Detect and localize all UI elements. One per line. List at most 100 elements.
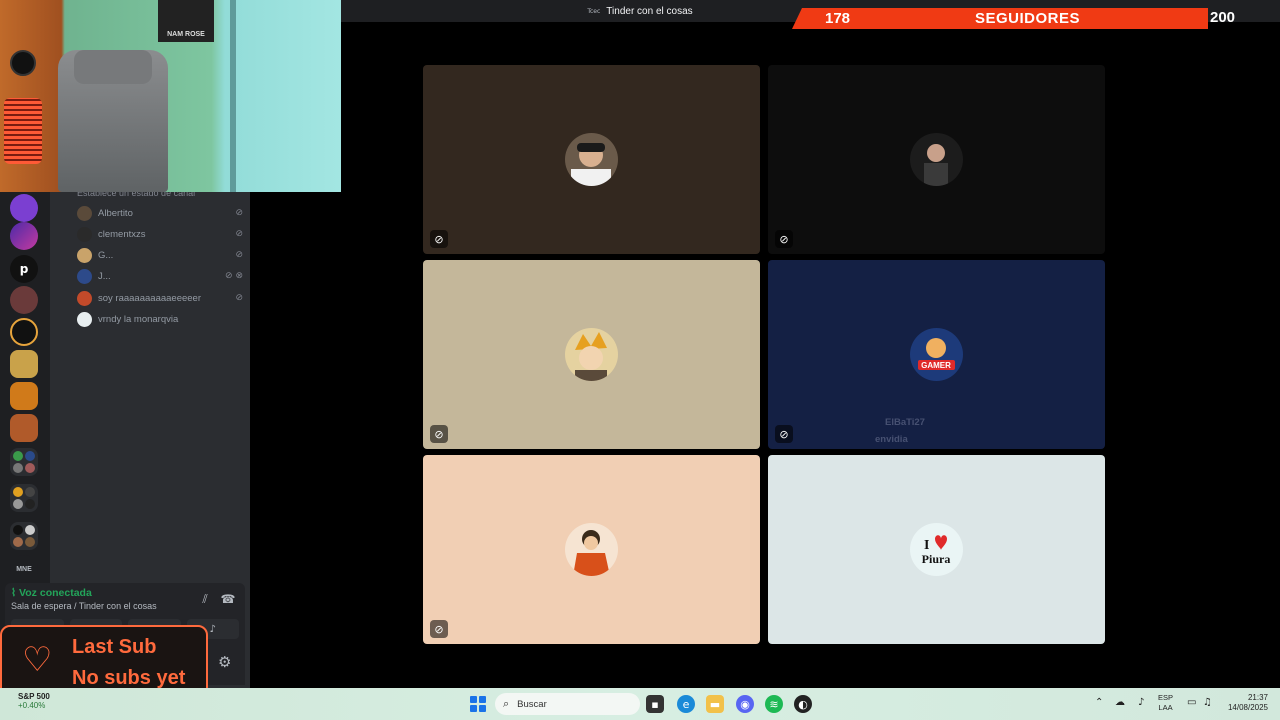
member-name: vrndy la monarqvia xyxy=(98,313,179,325)
signal-icon: ⌇ xyxy=(11,587,20,599)
last-sub-title: Last Sub xyxy=(72,636,157,658)
member-name: soy raaaaaaaaaaeeeeer xyxy=(98,292,202,304)
search-placeholder: Buscar xyxy=(517,698,547,710)
voice-status: ⌇ Voz conectada xyxy=(11,587,92,599)
taskbar: S&P 500 +0.40% xyxy=(0,688,1280,720)
avatar-image xyxy=(571,143,611,186)
voice-member[interactable]: G... ⊘ xyxy=(77,246,243,264)
avatar xyxy=(565,523,618,576)
participant-tile[interactable]: GAMER ElBaTi27 envidia ⊘ xyxy=(768,260,1105,449)
voice-member[interactable]: vrndy la monarqvia xyxy=(77,310,243,328)
language-indicator[interactable]: ESP LAA xyxy=(1158,693,1173,713)
avatar-image: I Piura xyxy=(922,535,951,566)
mic-muted-icon: ⊘ xyxy=(430,620,448,638)
server-folder[interactable] xyxy=(10,484,38,512)
voice-member[interactable]: clementxzs ⊘ xyxy=(77,225,243,243)
voice-member[interactable]: Albertito ⊘ xyxy=(77,204,243,222)
server-icon[interactable] xyxy=(10,414,38,442)
participant-tile[interactable]: ⊘ xyxy=(423,455,760,644)
city-text: Piura xyxy=(922,552,951,566)
avatar xyxy=(565,133,618,186)
participant-tile[interactable]: ⊘ xyxy=(423,260,760,449)
participant-tile[interactable]: ⊘ xyxy=(768,65,1105,254)
noise-suppression-icon[interactable]: ⫽ xyxy=(195,589,215,609)
avatar-image xyxy=(575,332,607,381)
mute-icon: ⊘ ⊗ xyxy=(225,271,243,281)
member-name: clementxzs xyxy=(98,228,146,240)
voice-member[interactable]: J... ⊘ ⊗ xyxy=(77,267,243,285)
mic-icon[interactable]: ♪ xyxy=(1138,697,1144,708)
taskbar-search[interactable]: ⌕ Buscar xyxy=(495,693,640,715)
last-sub-value: No subs yet xyxy=(72,667,186,689)
voice-room-name[interactable]: Sala de espera / Tinder con el cosas xyxy=(11,601,157,611)
ghost-subtitle: envidia xyxy=(875,434,908,445)
mute-icon: ⊘ xyxy=(235,250,243,260)
camera-off-icon: ⊘ xyxy=(775,425,793,443)
search-icon: ⌕ xyxy=(503,697,510,710)
mic-muted-icon: ⊘ xyxy=(775,230,793,248)
server-icon: Tcec xyxy=(587,7,601,15)
avatar xyxy=(77,205,92,221)
follower-count: 178 xyxy=(825,10,851,27)
server-icon[interactable] xyxy=(10,286,38,314)
disconnect-icon[interactable]: ☎ xyxy=(218,589,238,609)
webcam-overlay: NAM ROSE xyxy=(0,0,341,192)
avatar xyxy=(77,290,92,306)
microphone xyxy=(10,50,36,76)
door-frame xyxy=(230,0,236,192)
follower-label: SEGUIDORES xyxy=(975,10,1081,27)
server-icon[interactable] xyxy=(10,350,38,378)
mute-icon: ⊘ xyxy=(235,293,243,303)
wall-poster: NAM ROSE xyxy=(158,0,214,42)
avatar-image xyxy=(924,144,948,186)
server-icon[interactable] xyxy=(10,222,38,250)
avatar-image: GAMER xyxy=(918,338,955,370)
mic-muted-icon: ⊘ xyxy=(430,425,448,443)
member-name: G... xyxy=(98,249,114,261)
ghost-username: ElBaTi27 xyxy=(885,417,925,428)
clock[interactable]: 21:37 14/08/2025 xyxy=(1222,693,1268,713)
server-icon[interactable] xyxy=(10,318,38,346)
obs-icon[interactable]: ◐ xyxy=(794,695,812,713)
gamer-logo-text: GAMER xyxy=(921,361,951,370)
follower-goal: 200 xyxy=(1210,9,1236,26)
stock-widget[interactable]: S&P 500 +0.40% xyxy=(18,692,50,710)
avatar: GAMER xyxy=(910,328,963,381)
participant-tile[interactable]: ⊘ xyxy=(423,65,760,254)
edge-icon[interactable]: e xyxy=(677,695,695,713)
gear-icon[interactable]: ⚙ xyxy=(218,653,231,671)
file-explorer-icon[interactable]: ▪ xyxy=(646,695,664,713)
volume-icon[interactable]: ♫ xyxy=(1203,697,1212,708)
chevron-up-icon[interactable]: ⌃ xyxy=(1095,697,1103,708)
avatar xyxy=(565,328,618,381)
server-icon[interactable]: MNE xyxy=(10,555,38,583)
mute-icon: ⊘ xyxy=(235,229,243,239)
voice-stage: ⊘ ⊘ ⊘ GAMER ElBaTi27 envidia ⊘ ⊘ I Piura xyxy=(250,22,1280,688)
spotify-icon[interactable]: ≋ xyxy=(765,695,783,713)
member-name: J... xyxy=(98,270,111,282)
avatar xyxy=(77,311,92,327)
server-icon[interactable] xyxy=(10,194,38,222)
server-icon[interactable]: p xyxy=(10,255,38,283)
avatar xyxy=(910,133,963,186)
voice-member[interactable]: soy raaaaaaaaaaeeeeer ⊘ xyxy=(77,289,243,307)
server-folder[interactable] xyxy=(10,448,38,476)
server-folder[interactable] xyxy=(10,522,38,550)
avatar xyxy=(77,247,92,263)
discord-icon[interactable]: ◉ xyxy=(736,695,754,713)
folder-icon[interactable]: ▬ xyxy=(706,695,724,713)
mute-icon: ⊘ xyxy=(235,208,243,218)
avatar-image xyxy=(573,530,610,576)
participant-tile[interactable]: I Piura xyxy=(768,455,1105,644)
member-name: Albertito xyxy=(98,207,133,219)
server-icon[interactable] xyxy=(10,382,38,410)
cloud-icon[interactable]: ☁ xyxy=(1115,697,1125,708)
avatar xyxy=(77,268,92,284)
chair-headrest xyxy=(74,50,152,84)
avatar xyxy=(77,226,92,242)
heater xyxy=(4,98,42,164)
heart-icon: ♡ xyxy=(22,640,53,680)
avatar: I Piura xyxy=(910,523,963,576)
network-icon[interactable]: ▭ xyxy=(1187,697,1196,708)
start-button[interactable] xyxy=(470,696,486,712)
